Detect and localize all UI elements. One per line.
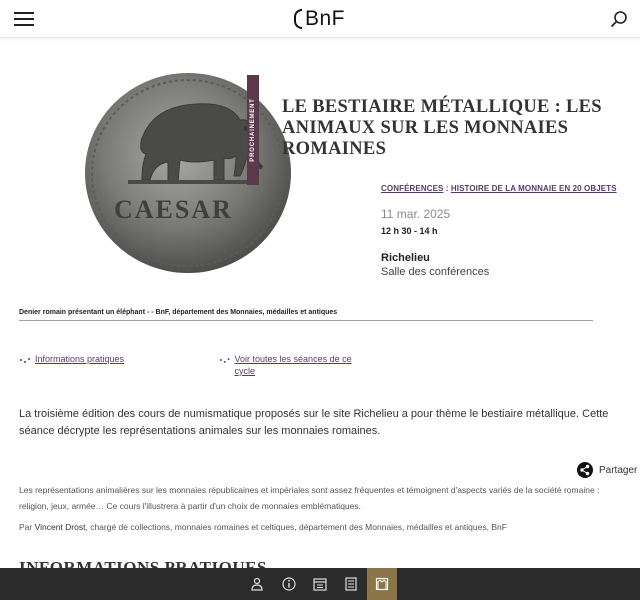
visitor-icon [251,577,263,591]
catalog-icon [345,577,357,591]
info-link[interactable]: Informations pratiques [19,353,199,365]
event-site: Richelieu [381,252,430,264]
category-link[interactable]: CONFÉRENCES [381,184,443,193]
museum-icon [375,577,389,591]
speaker-name: Vincent Drost [34,522,86,532]
share-button[interactable]: Partager [577,462,637,478]
share-icon [577,462,593,478]
toolbar-info-button[interactable] [274,568,304,600]
speaker-prefix: Par [19,522,35,532]
description-paragraph: Les représentations animalières sur les … [19,485,600,511]
toolbar-calendar-button[interactable] [305,568,335,600]
menu-icon[interactable] [14,12,34,26]
sessions-link-label: Voir toutes les séances de ce cycle [234,354,352,376]
event-time: 12 h 30 - 14 h [381,226,438,236]
logo-text: BnF [305,7,346,30]
info-icon [282,577,296,591]
breadcrumb-separator: : [443,184,451,193]
search-icon[interactable] [610,10,628,28]
toolbar-catalog-button[interactable] [336,568,366,600]
dots-icon [20,358,30,363]
bottom-toolbar [0,568,640,600]
bnf-logo[interactable]: BnF [294,6,345,32]
breadcrumb: CONFÉRENCES : HISTOIRE DE LA MONNAIE EN … [381,184,617,193]
sessions-link[interactable]: Voir toutes les séances de ce cycle [219,353,369,377]
event-room: Salle des conférences [381,266,490,278]
intro-text: La troisième édition des cours de numism… [19,408,609,437]
calendar-icon [313,578,327,591]
upcoming-badge-label: PROCHAINEMENT [250,98,256,162]
logo-bracket-icon [294,9,302,29]
info-link-label: Informations pratiques [35,354,125,364]
coin-image: CAESAR [85,73,291,273]
upcoming-badge: PROCHAINEMENT [247,75,259,185]
toolbar-museum-button[interactable] [367,568,397,600]
series-link[interactable]: HISTOIRE DE LA MONNAIE EN 20 OBJETS [451,184,617,193]
event-date: 11 mar. 2025 [381,207,451,221]
toolbar-visitor-button[interactable] [242,568,272,600]
dots-icon [219,358,230,363]
image-caption: Denier romain présentant un éléphant - -… [19,309,338,316]
divider [19,320,593,321]
coin-legend-text: CAESAR [114,195,233,224]
site-header: BnF [0,0,640,38]
speaker-role: , chargé de collections, monnaies romain… [85,522,507,532]
share-label: Partager [599,464,638,476]
speaker-paragraph: Par Vincent Drost, chargé de collections… [19,522,619,532]
page-title: LE BESTIAIRE MÉTALLIQUE : LES ANIMAUX SU… [282,97,602,159]
